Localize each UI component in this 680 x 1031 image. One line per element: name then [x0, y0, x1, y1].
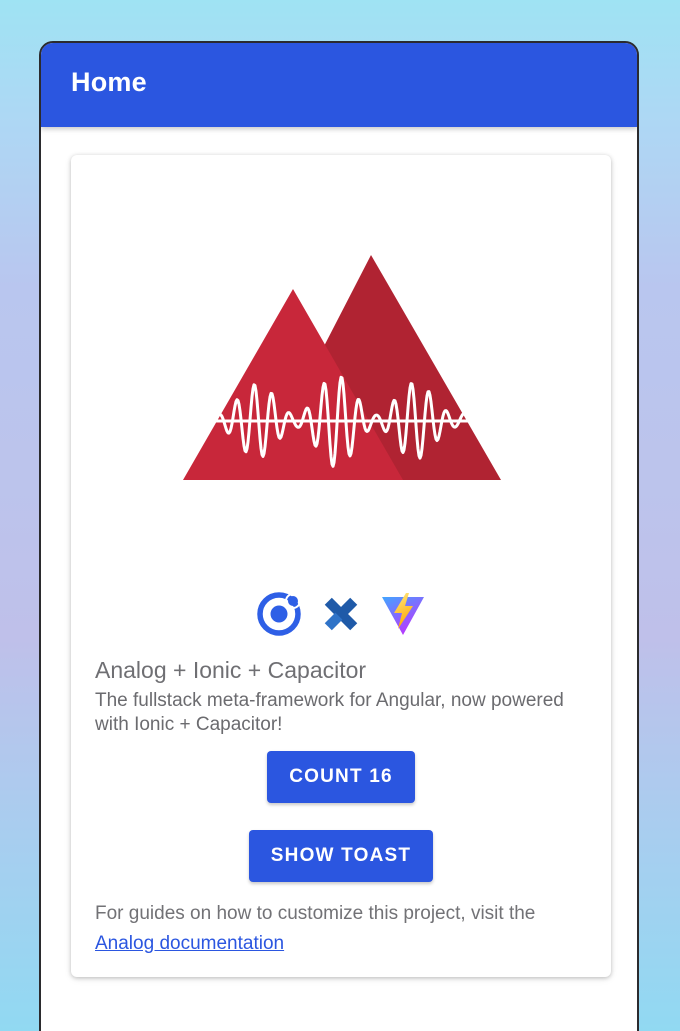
count-button[interactable]: COUNT 16 [267, 751, 415, 803]
ionic-icon [257, 592, 301, 636]
page-title: Home [71, 67, 147, 97]
app-window: Home Analog + Ionic + Capacitor The full… [39, 41, 639, 1031]
tech-icon-row [71, 591, 611, 641]
content-card: Analog + Ionic + Capacitor The fullstack… [71, 155, 611, 977]
analog-mountain-logo [183, 255, 501, 480]
card-title: Analog + Ionic + Capacitor [95, 657, 367, 683]
footnote: For guides on how to customize this proj… [95, 899, 595, 959]
show-toast-button[interactable]: SHOW TOAST [249, 830, 433, 882]
analog-docs-link[interactable]: Analog documentation [95, 933, 284, 954]
header-toolbar: Home [41, 43, 637, 127]
vite-icon [382, 593, 424, 635]
card-subtitle: The fullstack meta-framework for Angular… [95, 690, 564, 735]
footnote-text: For guides on how to customize this proj… [95, 903, 536, 924]
capacitor-icon [324, 597, 358, 631]
